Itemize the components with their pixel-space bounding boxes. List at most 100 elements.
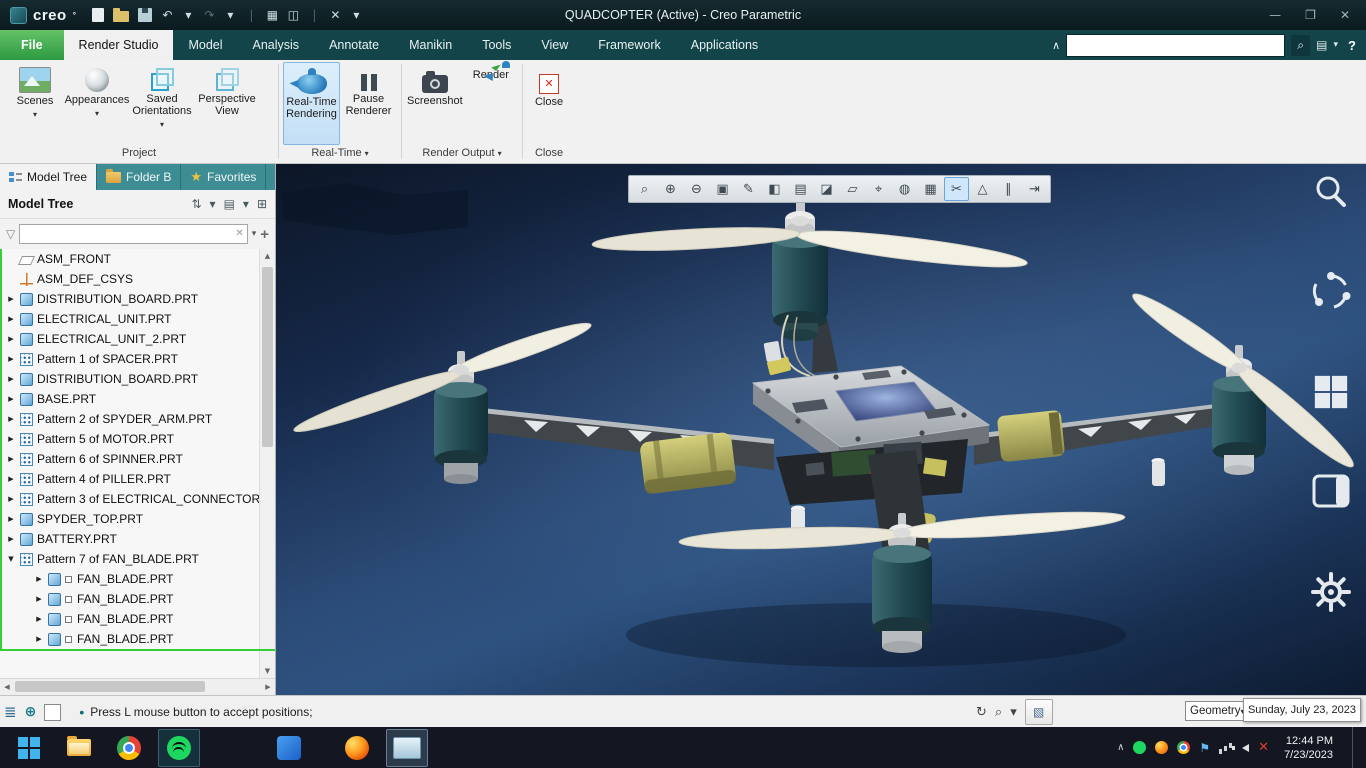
- tree-row[interactable]: Pattern 1 of SPACER.PRT: [0, 349, 259, 369]
- error-tray-icon[interactable]: ✕: [1258, 740, 1269, 755]
- render-button[interactable]: Render: [464, 62, 518, 145]
- ribbon-tab[interactable]: Applications: [676, 30, 773, 60]
- vertical-scrollbar[interactable]: ▲ ▼: [259, 249, 275, 678]
- tree-columns-icon[interactable]: ⊞: [257, 197, 267, 211]
- section-icon[interactable]: ✂: [944, 177, 969, 201]
- network-tray-icon[interactable]: [1219, 742, 1233, 754]
- ribbon-tab[interactable]: Analysis: [238, 30, 315, 60]
- search-icon[interactable]: [1308, 169, 1354, 215]
- realtime-rendering-button[interactable]: Real-Time Rendering: [283, 62, 340, 145]
- close-window-icon[interactable]: ✕: [329, 7, 341, 23]
- help-button[interactable]: ?: [1348, 38, 1356, 53]
- ribbon-tab[interactable]: View: [526, 30, 583, 60]
- expand-toggle-icon[interactable]: [6, 355, 16, 363]
- firefox-button[interactable]: [336, 729, 378, 767]
- expand-toggle-icon[interactable]: [6, 415, 16, 423]
- selection-filter-combobox[interactable]: Geometry ▾: [1185, 701, 1249, 721]
- shade-icon[interactable]: ◧: [762, 177, 787, 201]
- firefox-tray-icon[interactable]: [1155, 741, 1168, 754]
- perspective-view-button[interactable]: Perspective View: [196, 62, 258, 145]
- redo-dropdown-icon[interactable]: ▾: [224, 7, 236, 23]
- appearances-button[interactable]: Appearances ▾: [66, 62, 128, 145]
- separator[interactable]: |: [245, 7, 257, 23]
- tree-row[interactable]: DISTRIBUTION_BOARD.PRT: [0, 369, 259, 389]
- windows-icon[interactable]: [1308, 369, 1354, 415]
- blue-app-button[interactable]: [268, 729, 310, 767]
- tab-folder-browser[interactable]: Folder B: [97, 163, 181, 190]
- tray-expand-icon[interactable]: ∧: [1117, 742, 1124, 753]
- minimize-button[interactable]: —: [1269, 8, 1281, 22]
- expand-toggle-icon[interactable]: [6, 395, 16, 403]
- scene-icon[interactable]: ▦: [918, 177, 943, 201]
- tree-row[interactable]: FAN_BLADE.PRT: [0, 589, 259, 609]
- open-file-icon[interactable]: [113, 11, 129, 22]
- ribbon-tab[interactable]: Model: [173, 30, 237, 60]
- file-explorer-button[interactable]: [58, 729, 100, 767]
- expand-toggle-icon[interactable]: [6, 295, 16, 303]
- filter-add-icon[interactable]: +: [260, 226, 269, 243]
- graphics-viewport[interactable]: ⌕ ⊕ ⊖ ▣ ✎ ◧ ▤ ◪ ▱ ⌖ ◍ ▦: [276, 163, 1366, 695]
- spin-center-icon[interactable]: ↻: [976, 705, 987, 720]
- spotify-tray-icon[interactable]: [1133, 741, 1146, 754]
- expand-toggle-icon[interactable]: [34, 595, 44, 603]
- scrollbar-thumb[interactable]: [15, 681, 205, 692]
- quick-access-dropdown-icon[interactable]: ▾: [350, 7, 362, 23]
- spotify-button[interactable]: [158, 729, 200, 767]
- expand-toggle-icon[interactable]: [6, 475, 16, 483]
- search-button[interactable]: ⌕: [1291, 35, 1310, 56]
- ribbon-collapse-icon[interactable]: ∧: [1052, 39, 1060, 52]
- display-dropdown-icon[interactable]: ▾: [243, 197, 249, 211]
- maximize-button[interactable]: ❐: [1305, 8, 1316, 22]
- saved-orientations-icon[interactable]: ◪: [814, 177, 839, 201]
- sort-dropdown-icon[interactable]: ▾: [210, 197, 216, 211]
- expand-toggle-icon[interactable]: [6, 495, 16, 503]
- command-list-dropdown-icon[interactable]: ▾: [1334, 40, 1339, 50]
- regenerate-icon[interactable]: ▦: [266, 7, 278, 23]
- ribbon-tab[interactable]: Render Studio: [64, 30, 174, 60]
- close-button[interactable]: ✕: [1340, 8, 1350, 22]
- undo-icon[interactable]: ↶: [161, 7, 173, 23]
- tree-row[interactable]: DISTRIBUTION_BOARD.PRT: [0, 289, 259, 309]
- expand-toggle-icon[interactable]: [6, 515, 16, 523]
- chrome-tray-icon[interactable]: [1177, 741, 1190, 754]
- refit-icon[interactable]: ▣: [710, 177, 735, 201]
- tree-row[interactable]: FAN_BLADE.PRT: [0, 629, 259, 649]
- zoom-window-icon[interactable]: ⌕: [632, 177, 657, 201]
- tree-row[interactable]: FAN_BLADE.PRT: [0, 569, 259, 589]
- creo-window-button[interactable]: [386, 729, 428, 767]
- scenes-button[interactable]: Scenes ▾: [4, 62, 66, 145]
- quadcopter-model[interactable]: [276, 163, 1366, 695]
- zoom-in-icon[interactable]: ⊕: [658, 177, 683, 201]
- command-search-input[interactable]: [1066, 34, 1285, 57]
- group-label-render-output[interactable]: Render Output▾: [402, 145, 522, 161]
- command-list-icon[interactable]: ▤: [1316, 38, 1327, 52]
- display-style-icon[interactable]: ▤: [788, 177, 813, 201]
- separator[interactable]: |: [308, 7, 320, 23]
- filter-dropdown-icon[interactable]: ▾: [252, 229, 257, 239]
- expand-toggle-icon[interactable]: [34, 575, 44, 583]
- scroll-right-icon[interactable]: ▶: [261, 679, 275, 695]
- tree-filter-input[interactable]: [19, 224, 247, 244]
- expand-toggle-icon[interactable]: [34, 615, 44, 623]
- tree-row[interactable]: Pattern 3 of ELECTRICAL_CONNECTOR.PRT: [0, 489, 259, 509]
- save-icon[interactable]: [138, 8, 152, 22]
- tree-row[interactable]: ASM_FRONT: [0, 249, 259, 269]
- show-desktop-button[interactable]: [1352, 727, 1358, 768]
- repaint-icon[interactable]: ✎: [736, 177, 761, 201]
- web-browser-icon[interactable]: ⊕: [25, 704, 37, 720]
- ribbon-tab[interactable]: Manikin: [394, 30, 467, 60]
- tab-favorites[interactable]: Favorites: [181, 163, 266, 190]
- appearance-icon[interactable]: ◍: [892, 177, 917, 201]
- tab-model-tree[interactable]: Model Tree: [0, 163, 97, 190]
- blank-model-icon[interactable]: [44, 704, 61, 721]
- screenshot-button[interactable]: Screenshot: [406, 62, 464, 145]
- expand-toggle-icon[interactable]: [6, 435, 16, 443]
- window-display-icon[interactable]: ◫: [287, 7, 299, 23]
- expand-toggle-icon[interactable]: [6, 555, 16, 563]
- chrome-button[interactable]: [108, 729, 150, 767]
- horizontal-scrollbar[interactable]: ◀ ▶: [0, 678, 275, 695]
- tree-row[interactable]: Pattern 2 of SPYDER_ARM.PRT: [0, 409, 259, 429]
- scroll-up-icon[interactable]: ▲: [260, 249, 275, 263]
- tree-row[interactable]: FAN_BLADE.PRT: [0, 609, 259, 629]
- stop-render-icon[interactable]: ⇥: [1022, 177, 1047, 201]
